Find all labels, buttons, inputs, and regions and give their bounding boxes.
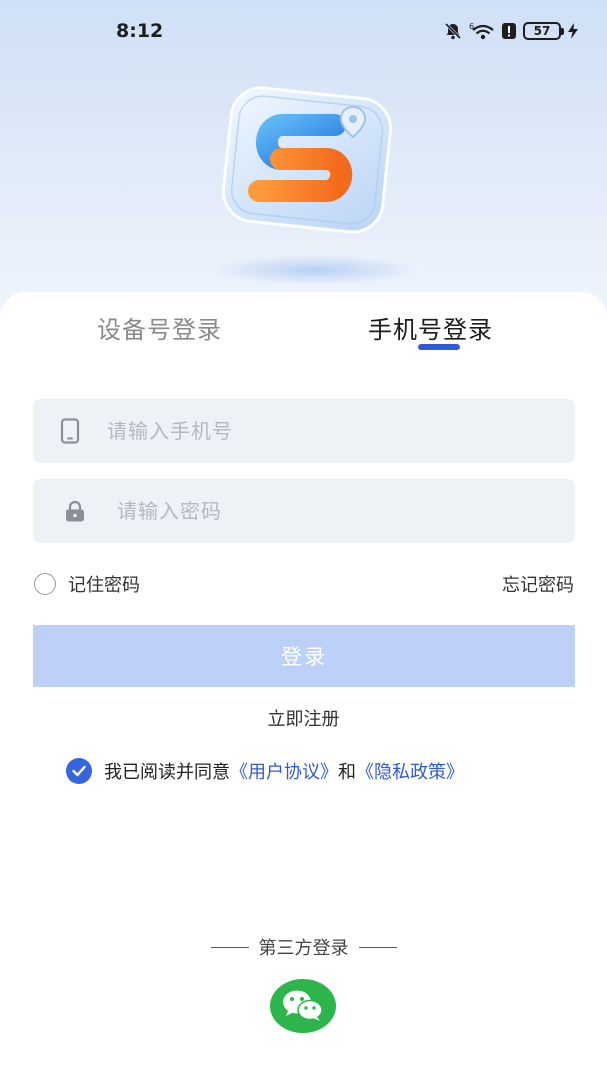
app-logo — [215, 85, 399, 235]
active-tab-indicator — [418, 344, 460, 350]
password-field[interactable] — [33, 479, 575, 543]
phone-input[interactable] — [107, 419, 527, 443]
mute-bell-icon — [444, 22, 462, 40]
remember-password-toggle[interactable]: 记住密码 — [34, 571, 140, 597]
privacy-policy-link[interactable]: 《隐私政策》 — [356, 758, 464, 784]
login-card: 设备号登录 手机号登录 记住密码 忘记密码 登录 立即注册 — [0, 292, 607, 1080]
user-agreement-link[interactable]: 《用户协议》 — [230, 758, 338, 784]
phone-field[interactable] — [33, 399, 575, 463]
tab-device-login[interactable]: 设备号登录 — [97, 310, 222, 345]
wifi-icon: 6 — [469, 22, 494, 40]
battery-icon: 57 — [523, 22, 564, 40]
divider-line-left — [210, 946, 249, 948]
status-time: 8:12 — [116, 20, 164, 42]
third-party-divider: 第三方登录 — [0, 934, 607, 960]
forgot-password-link[interactable]: 忘记密码 — [502, 571, 574, 597]
register-row: 立即注册 — [0, 705, 607, 731]
agreement-prefix: 我已阅读并同意 — [104, 762, 230, 783]
password-input[interactable] — [117, 499, 537, 523]
wechat-login-button[interactable] — [270, 979, 336, 1033]
divider-line-right — [358, 946, 397, 948]
remember-radio[interactable] — [34, 573, 56, 595]
alert-icon — [502, 23, 516, 39]
lock-icon — [33, 499, 117, 523]
agreement-conjunction: 和 — [338, 762, 356, 783]
agreement-row: 我已阅读并同意 《用户协议》 和 《隐私政策》 — [66, 758, 464, 784]
phone-icon — [33, 418, 107, 444]
register-link[interactable]: 立即注册 — [268, 709, 340, 730]
login-button[interactable]: 登录 — [33, 625, 575, 687]
checkmark-icon — [72, 765, 86, 777]
tab-phone-login[interactable]: 手机号登录 — [368, 310, 493, 345]
status-icons: 6 57 — [443, 21, 579, 41]
status-bar: 8:12 6 57 — [0, 0, 607, 62]
charging-icon — [568, 23, 578, 39]
wechat-icon — [283, 990, 323, 1021]
logo-shadow — [210, 255, 420, 285]
third-party-label: 第三方登录 — [258, 938, 349, 959]
login-tabs: 设备号登录 手机号登录 — [0, 292, 607, 362]
remember-password-label: 记住密码 — [68, 575, 140, 596]
agreement-checkbox[interactable] — [66, 758, 92, 784]
